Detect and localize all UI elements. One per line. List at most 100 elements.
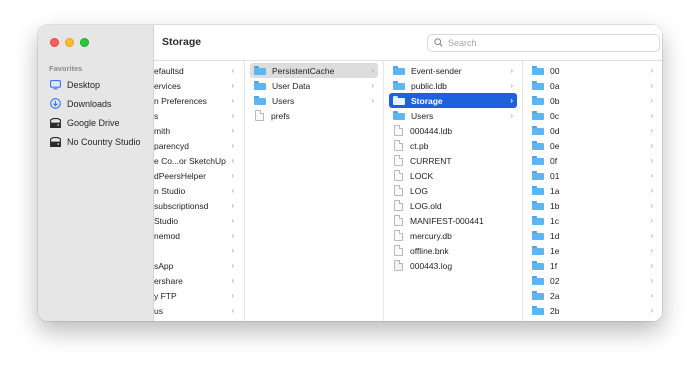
drive-icon — [50, 117, 61, 128]
column-1: efaultsd › ervices › n Preferences › s › mith › pa… — [154, 61, 245, 321]
zoom-window-button[interactable] — [80, 38, 89, 47]
list-item[interactable]: ervices › — [154, 78, 238, 93]
list-item[interactable]: mercury.db — [389, 228, 517, 243]
list-item[interactable]: 1e › — [528, 243, 657, 258]
list-item[interactable]: 000444.ldb — [389, 123, 517, 138]
list-item[interactable]: ershare › — [154, 273, 238, 288]
column-4: 00 › 0a › 0b › 0c › 0d › 0e › 0f › 01 › 1a › 1b › 1c › 1d › 1e › 1… — [523, 61, 662, 321]
list-item[interactable]: 01 › — [528, 168, 657, 183]
list-item[interactable]: subscriptionsd › — [154, 198, 238, 213]
list-item[interactable]: ct.pb — [389, 138, 517, 153]
list-item[interactable]: e Co...or SketchUp › — [154, 153, 238, 168]
list-item[interactable]: MANIFEST-000441 — [389, 213, 517, 228]
finder-window: Favorites Desktop Downloads Google Drive — [38, 25, 662, 321]
folder-icon — [393, 81, 405, 90]
column-2: PersistentCache › User Data › Users › prefs — [245, 61, 384, 321]
list-item-label: offline.bnk — [410, 245, 449, 256]
folder-icon — [532, 171, 544, 180]
folder-icon — [532, 216, 544, 225]
list-item[interactable]: Storage › — [389, 93, 517, 108]
list-item[interactable]: sApp › — [154, 258, 238, 273]
list-item[interactable]: 1f › — [528, 258, 657, 273]
list-item[interactable]: 2a › — [528, 288, 657, 303]
list-item-label: prefs — [271, 110, 290, 121]
list-item[interactable]: 02 › — [528, 273, 657, 288]
sidebar-item-google-drive[interactable]: Google Drive — [46, 113, 150, 132]
search-input[interactable] — [448, 38, 648, 48]
file-icon — [394, 170, 403, 181]
list-item[interactable]: LOG — [389, 183, 517, 198]
list-item[interactable]: nemod › — [154, 228, 238, 243]
list-item[interactable]: n Preferences › — [154, 93, 238, 108]
list-item[interactable]: mith › — [154, 123, 238, 138]
list-item-label: dPeersHelper — [154, 170, 206, 181]
list-item[interactable]: 0c › — [528, 108, 657, 123]
desktop-icon — [50, 79, 61, 90]
list-item-label: parencyd — [154, 140, 189, 151]
list-item-label: 0a — [550, 80, 560, 91]
chevron-right-icon: › — [371, 66, 374, 75]
list-item[interactable]: 0f › — [528, 153, 657, 168]
folder-icon — [254, 66, 266, 75]
list-item[interactable]: 00 › — [528, 63, 657, 78]
minimize-window-button[interactable] — [65, 38, 74, 47]
list-item[interactable]: 1d › — [528, 228, 657, 243]
list-item[interactable]: 1b › — [528, 198, 657, 213]
folder-icon — [532, 246, 544, 255]
list-item[interactable]: CURRENT — [389, 153, 517, 168]
list-item-label: mith — [154, 125, 171, 136]
chevron-right-icon: › — [650, 156, 653, 165]
list-item[interactable]: 0a › — [528, 78, 657, 93]
list-item[interactable]: LOG.old — [389, 198, 517, 213]
close-window-button[interactable] — [50, 38, 59, 47]
list-item[interactable]: 1c › — [528, 213, 657, 228]
list-item-label: User Data — [272, 80, 311, 91]
list-item-label: MANIFEST-000441 — [410, 215, 484, 226]
list-item[interactable]: Studio › — [154, 213, 238, 228]
list-item-label: 0d — [550, 125, 560, 136]
chevron-right-icon: › — [231, 276, 234, 285]
list-item-label: 1c — [550, 215, 559, 226]
list-item[interactable]: n Studio › — [154, 183, 238, 198]
list-item[interactable]: 0b › — [528, 93, 657, 108]
search-field[interactable] — [427, 34, 660, 52]
chevron-right-icon: › — [231, 66, 234, 75]
list-item[interactable]: efaultsd › — [154, 63, 238, 78]
list-item[interactable]: 0d › — [528, 123, 657, 138]
list-item-label: subscriptionsd — [154, 200, 209, 211]
sidebar-item-downloads[interactable]: Downloads — [46, 94, 150, 113]
list-item[interactable]: offline.bnk — [389, 243, 517, 258]
chevron-right-icon: › — [231, 261, 234, 270]
list-item[interactable]: us › — [154, 303, 238, 318]
list-item[interactable]: dPeersHelper › — [154, 168, 238, 183]
list-item[interactable]: parencyd › — [154, 138, 238, 153]
list-item[interactable]: LOCK — [389, 168, 517, 183]
list-item[interactable]: › — [154, 243, 238, 258]
list-item[interactable]: 2b › — [528, 303, 657, 318]
list-item[interactable]: Users › — [250, 93, 378, 108]
sidebar: Favorites Desktop Downloads Google Drive — [38, 25, 154, 321]
folder-icon — [532, 111, 544, 120]
list-item[interactable]: PersistentCache › — [250, 63, 378, 78]
list-item-label: 2a — [550, 290, 560, 301]
file-icon — [255, 110, 264, 121]
sidebar-item-no-country-studio[interactable]: No Country Studio — [46, 132, 150, 151]
list-item[interactable]: 1a › — [528, 183, 657, 198]
folder-icon — [532, 231, 544, 240]
list-item[interactable]: Event-sender › — [389, 63, 517, 78]
list-item-label: 0f — [550, 155, 558, 166]
list-item-label: n Studio — [154, 185, 186, 196]
list-item[interactable]: User Data › — [250, 78, 378, 93]
list-item[interactable]: 0e › — [528, 138, 657, 153]
sidebar-item-desktop[interactable]: Desktop — [46, 75, 150, 94]
list-item[interactable]: prefs — [250, 108, 378, 123]
list-item[interactable]: y FTP › — [154, 288, 238, 303]
list-item[interactable]: 000443.log — [389, 258, 517, 273]
folder-icon — [532, 306, 544, 315]
list-item-label: e Co...or SketchUp — [154, 155, 226, 166]
toolbar: Storage — [154, 25, 662, 61]
list-item[interactable]: Users › — [389, 108, 517, 123]
list-item[interactable]: s › — [154, 108, 238, 123]
list-item-label: 1d — [550, 230, 560, 241]
list-item[interactable]: public.ldb › — [389, 78, 517, 93]
